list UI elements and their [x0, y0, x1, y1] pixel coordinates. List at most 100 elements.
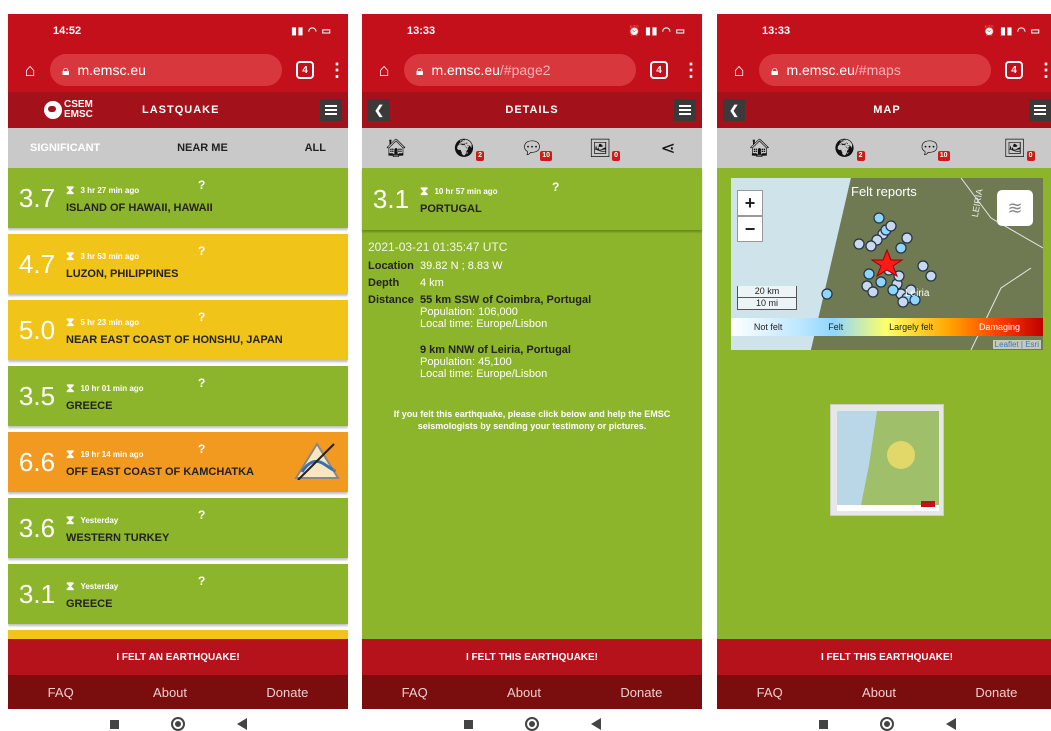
footer-about-link[interactable]: About [507, 685, 541, 700]
home-icon[interactable]: 🏠︎ [382, 137, 410, 159]
footer-about-link[interactable]: About [862, 685, 896, 700]
quake-place: ISLAND OF HAWAII, HAWAII [66, 201, 213, 214]
tab-near-me[interactable]: NEAR ME [177, 142, 228, 154]
felt-this-earthquake-button[interactable]: I FELT THIS EARTHQUAKE! [717, 639, 1051, 675]
quake-row[interactable]: 3.7 ⧗ 3 hr 27 min ago ISLAND OF HAWAII, HAW… [8, 168, 348, 228]
felt-report-marker[interactable] [821, 288, 833, 300]
address-bar[interactable]: 🔒︎ m.emsc.eu/#page2 [404, 54, 636, 86]
globe-icon[interactable]: 🌍︎ 2 [831, 137, 865, 161]
tab-count-button[interactable]: 4 [650, 61, 668, 79]
footer-faq-link[interactable]: FAQ [48, 685, 74, 700]
footer-faq-link[interactable]: FAQ [402, 685, 428, 700]
felt-earthquake-button[interactable]: I FELT AN EARTHQUAKE! [8, 639, 348, 675]
felt-report-marker[interactable] [887, 284, 899, 296]
url-path: /#page2 [499, 62, 551, 78]
map-icon-bar: 🏠︎ 🌍︎ 2 💬︎ 10 🖼︎ 0 [717, 128, 1051, 168]
filter-tabs: SIGNIFICANT NEAR ME ALL [8, 128, 348, 168]
quake-row[interactable]: 6.6 ⧗ 19 hr 14 min ago OFF EAST COAST OF KA… [8, 432, 348, 492]
back-nav-icon[interactable] [945, 718, 956, 730]
felt-report-marker[interactable] [917, 260, 929, 272]
footer-about-link[interactable]: About [153, 685, 187, 700]
back-arrow-icon[interactable]: ❮ [368, 99, 390, 121]
back-nav-icon[interactable] [236, 718, 247, 730]
hourglass-icon: ⧗ [66, 446, 75, 461]
share-icon[interactable]: ⋖ [654, 137, 682, 159]
felt-this-earthquake-button[interactable]: I FELT THIS EARTHQUAKE! [362, 639, 702, 675]
quake-row[interactable]: 5.0 ⧗ 5 hr 23 min ago NEAR EAST COAST OF HO… [8, 300, 348, 360]
tab-significant[interactable]: SIGNIFICANT [30, 142, 100, 154]
url-domain: m.emsc.eu [431, 62, 500, 78]
recents-icon[interactable] [818, 719, 828, 729]
home-icon[interactable]: ⌂ [18, 60, 42, 81]
picture-icon[interactable]: 🖼︎ 0 [586, 137, 620, 161]
home-icon[interactable]: ⌂ [372, 60, 396, 81]
comments-badge: 10 [937, 151, 950, 161]
address-bar[interactable]: 🔒︎ m.emsc.eu [50, 54, 282, 86]
comment-icon[interactable]: 💬︎ 10 [916, 137, 950, 161]
comment-icon[interactable]: 💬︎ 10 [518, 137, 552, 161]
back-nav-icon[interactable] [590, 718, 601, 730]
footer-donate-link[interactable]: Donate [975, 685, 1017, 700]
quake-row-partial[interactable] [8, 630, 348, 639]
felt-reports-map[interactable]: Felt reports LEIRIA Leiria + − ≋ 20 km 1… [731, 178, 1043, 350]
felt-report-marker[interactable] [863, 268, 875, 280]
home-icon[interactable]: 🏠︎ [746, 137, 774, 159]
globe-icon[interactable]: 🌍︎ 2 [450, 137, 484, 161]
felt-report-marker[interactable] [895, 242, 907, 254]
felt-unknown-icon: ? [198, 244, 206, 258]
felt-report-marker[interactable] [885, 220, 897, 232]
quake-row[interactable]: 4.7 ⧗ 3 hr 53 min ago LUZON, PHILIPPINES? [8, 234, 348, 294]
thumb-logo [921, 501, 935, 507]
felt-report-marker[interactable] [853, 238, 865, 250]
phone-lastquake: 14:52 ▮▮ ◠ ▭ ⌂ 🔒︎ m.emsc.eu 4 ⋮ CSEM EMSC… [8, 14, 348, 731]
lock-icon: 🔒︎ [62, 61, 70, 78]
tab-count-button[interactable]: 4 [296, 61, 314, 79]
magnitude: 3.1 [372, 183, 410, 214]
felt-report-marker[interactable] [901, 232, 913, 244]
address-bar[interactable]: 🔒︎ m.emsc.eu/#maps [759, 54, 991, 86]
pictures-badge: 0 [1026, 151, 1035, 161]
felt-report-marker[interactable] [865, 240, 877, 252]
status-time: 14:52 [53, 25, 82, 37]
footer-donate-link[interactable]: Donate [620, 685, 662, 700]
felt-report-marker[interactable] [873, 212, 885, 224]
footer-donate-link[interactable]: Donate [266, 685, 308, 700]
home-icon[interactable]: ⌂ [727, 60, 751, 81]
quake-row[interactable]: 3.1 ⧗ Yesterday GREECE? [8, 564, 348, 624]
magnitude: 3.7 [18, 182, 56, 213]
map-attribution[interactable]: Leaflet | Esri [992, 340, 1041, 349]
home-nav-icon[interactable] [879, 717, 894, 731]
footer-faq-link[interactable]: FAQ [757, 685, 783, 700]
recents-icon[interactable] [463, 719, 473, 729]
status-bar: 13:33 ⏰ ▮▮ ◠ ▭ [717, 14, 1051, 48]
tab-count-button[interactable]: 4 [1005, 61, 1023, 79]
hamburger-menu-icon[interactable] [1029, 99, 1051, 121]
browser-menu-icon[interactable]: ⋮ [1037, 60, 1051, 81]
home-nav-icon[interactable] [170, 717, 185, 731]
picture-icon[interactable]: 🖼︎ 0 [1001, 137, 1035, 161]
zoom-out-button[interactable]: − [737, 216, 763, 242]
recents-icon[interactable] [109, 719, 119, 729]
quake-row[interactable]: 3.5 ⧗ 10 hr 01 min ago GREECE? [8, 366, 348, 426]
hamburger-menu-icon[interactable] [674, 99, 696, 121]
felt-report-marker[interactable] [867, 286, 879, 298]
quake-time: 10 hr 01 min ago [80, 383, 144, 393]
layers-icon[interactable]: ≋ [997, 190, 1033, 226]
back-arrow-icon[interactable]: ❮ [723, 99, 745, 121]
quake-place: GREECE [66, 399, 113, 412]
tab-all[interactable]: ALL [305, 142, 326, 154]
location-value: 39.82 N ; 8.83 W [420, 260, 503, 272]
quake-row[interactable]: 3.6 ⧗ Yesterday WESTERN TURKEY? [8, 498, 348, 558]
felt-report-marker[interactable] [925, 270, 937, 282]
felt-report-marker[interactable] [875, 276, 887, 288]
quake-place: WESTERN TURKEY [66, 531, 170, 544]
lock-icon: 🔒︎ [416, 61, 424, 78]
home-nav-icon[interactable] [524, 717, 539, 731]
distance-localtime-2: Local time: Europe/Lisbon [420, 368, 548, 380]
browser-menu-icon[interactable]: ⋮ [328, 60, 346, 81]
browser-menu-icon[interactable]: ⋮ [682, 60, 700, 81]
distance-label: Distance [368, 294, 414, 306]
hamburger-menu-icon[interactable] [320, 99, 342, 121]
zoom-in-button[interactable]: + [737, 190, 763, 216]
intensity-map-thumbnail[interactable] [830, 404, 944, 516]
